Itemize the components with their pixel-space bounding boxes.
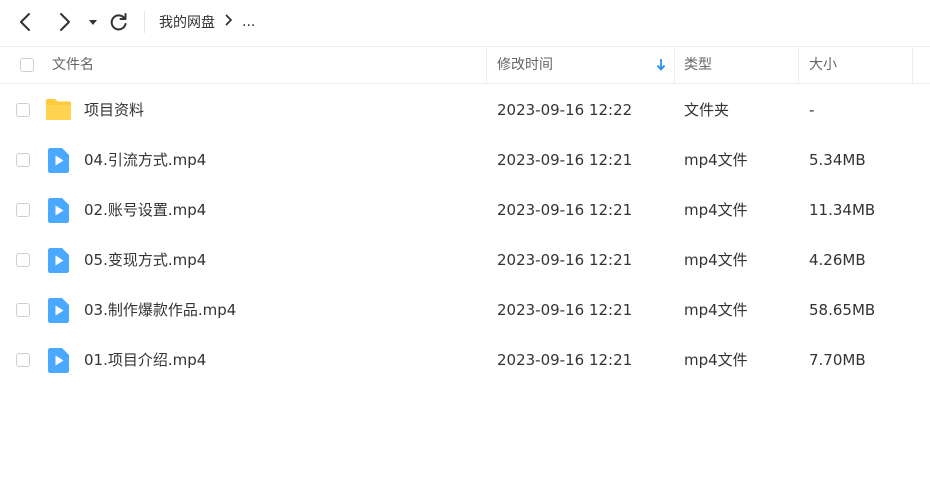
breadcrumb: 我的网盘 ... xyxy=(159,12,255,32)
file-modified: 2023-09-16 12:21 xyxy=(497,301,633,319)
file-row[interactable]: 05.变现方式.mp4 2023-09-16 12:21 mp4文件 4.26M… xyxy=(0,235,930,285)
chevron-left-icon xyxy=(20,13,30,31)
row-checkbox[interactable] xyxy=(16,203,30,217)
column-header-modified[interactable]: 修改时间 xyxy=(497,47,553,83)
video-file-icon xyxy=(48,298,69,323)
file-name: 03.制作爆款作品.mp4 xyxy=(84,301,237,319)
file-type: mp4文件 xyxy=(684,201,748,219)
file-type: mp4文件 xyxy=(684,251,748,269)
file-size: 11.34MB xyxy=(809,201,876,219)
file-type: mp4文件 xyxy=(684,151,748,169)
back-button[interactable] xyxy=(13,9,39,35)
file-size: 4.26MB xyxy=(809,251,866,269)
chevron-right-icon xyxy=(60,13,70,31)
file-type: mp4文件 xyxy=(684,351,748,369)
folder-icon xyxy=(46,99,71,120)
file-name: 04.引流方式.mp4 xyxy=(84,151,207,169)
file-type: mp4文件 xyxy=(684,301,748,319)
file-modified: 2023-09-16 12:22 xyxy=(497,101,633,119)
file-modified: 2023-09-16 12:21 xyxy=(497,151,633,169)
file-name: 01.项目介绍.mp4 xyxy=(84,351,207,369)
column-header-size[interactable]: 大小 xyxy=(809,47,837,83)
file-name: 02.账号设置.mp4 xyxy=(84,201,207,219)
file-type: 文件夹 xyxy=(684,101,730,119)
refresh-button[interactable] xyxy=(106,9,132,35)
video-file-icon xyxy=(48,198,69,223)
select-all-checkbox[interactable] xyxy=(20,58,34,72)
caret-down-icon xyxy=(89,20,97,25)
row-checkbox[interactable] xyxy=(16,153,30,167)
toolbar: 我的网盘 ... xyxy=(0,0,930,44)
row-checkbox[interactable] xyxy=(16,303,30,317)
breadcrumb-root[interactable]: 我的网盘 xyxy=(159,12,215,32)
sort-descending-icon[interactable] xyxy=(655,58,667,72)
file-modified: 2023-09-16 12:21 xyxy=(497,251,633,269)
file-name: 项目资料 xyxy=(84,101,145,119)
file-row[interactable]: 04.引流方式.mp4 2023-09-16 12:21 mp4文件 5.34M… xyxy=(0,135,930,185)
file-size: 7.70MB xyxy=(809,351,866,369)
column-header-type[interactable]: 类型 xyxy=(684,47,712,83)
file-row[interactable]: 01.项目介绍.mp4 2023-09-16 12:21 mp4文件 7.70M… xyxy=(0,335,930,385)
column-divider xyxy=(912,47,913,83)
forward-button[interactable] xyxy=(51,9,77,35)
column-divider xyxy=(486,47,487,83)
column-divider xyxy=(798,47,799,83)
file-size: - xyxy=(809,101,815,119)
file-modified: 2023-09-16 12:21 xyxy=(497,351,633,369)
row-checkbox[interactable] xyxy=(16,353,30,367)
history-dropdown-button[interactable] xyxy=(84,9,102,35)
video-file-icon xyxy=(48,348,69,373)
file-row[interactable]: 02.账号设置.mp4 2023-09-16 12:21 mp4文件 11.34… xyxy=(0,185,930,235)
refresh-icon xyxy=(110,13,127,31)
toolbar-divider xyxy=(144,11,145,33)
video-file-icon xyxy=(48,148,69,173)
column-header-name[interactable]: 文件名 xyxy=(52,47,94,83)
file-size: 5.34MB xyxy=(809,151,866,169)
file-modified: 2023-09-16 12:21 xyxy=(497,201,633,219)
file-list-header: 文件名 修改时间 类型 大小 xyxy=(0,46,930,84)
file-size: 58.65MB xyxy=(809,301,876,319)
row-checkbox[interactable] xyxy=(16,103,30,117)
breadcrumb-separator-icon xyxy=(225,14,233,30)
file-row[interactable]: 03.制作爆款作品.mp4 2023-09-16 12:21 mp4文件 58.… xyxy=(0,285,930,335)
file-name: 05.变现方式.mp4 xyxy=(84,251,207,269)
breadcrumb-more[interactable]: ... xyxy=(242,14,255,30)
file-row[interactable]: 项目资料 2023-09-16 12:22 文件夹 - xyxy=(0,85,930,135)
row-checkbox[interactable] xyxy=(16,253,30,267)
column-divider xyxy=(674,47,675,83)
video-file-icon xyxy=(48,248,69,273)
